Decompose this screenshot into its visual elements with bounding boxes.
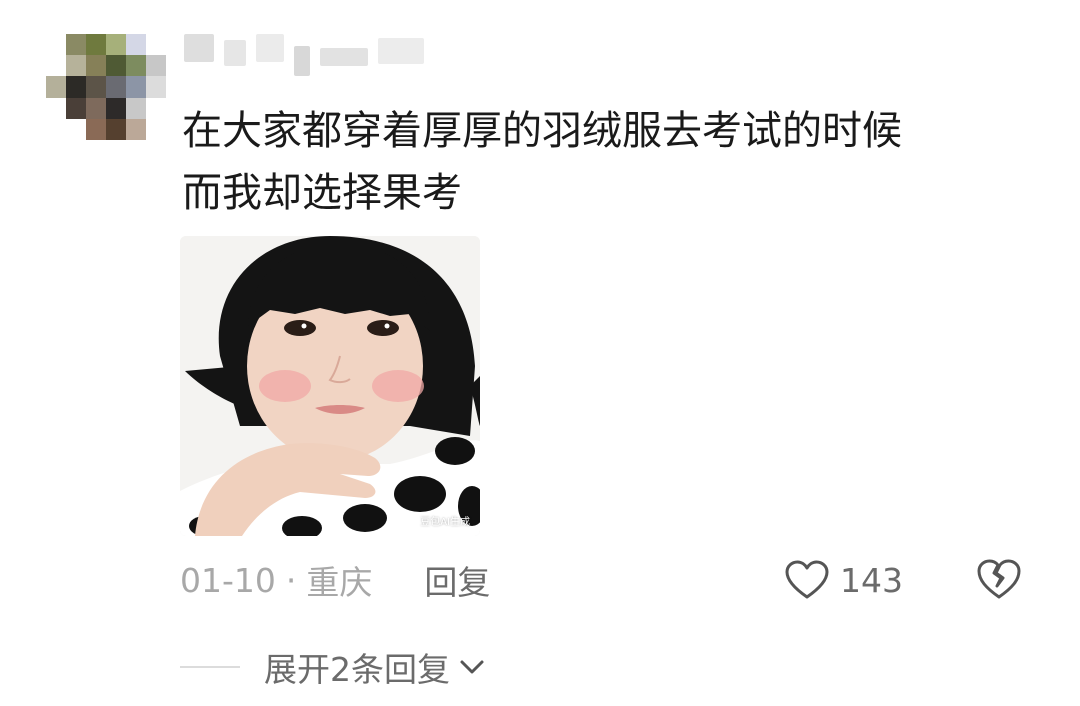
comment-text-line-1: 在大家都穿着厚厚的羽绒服去考试的时候 [182,108,902,154]
expand-replies-label: 展开2条回复 [264,650,450,689]
username-blurred[interactable] [184,34,454,76]
expand-replies-button[interactable]: 展开2条回复 [180,644,486,690]
comment-text-line-2: 而我却选择果考 [182,170,462,216]
reply-button[interactable]: 回复 [424,556,490,604]
avatar[interactable] [46,34,166,140]
child-portrait-illustration [180,236,480,536]
ai-watermark: 豆包AI生成 [420,517,470,528]
chevron-down-icon [460,660,484,674]
dislike-button[interactable] [976,556,1022,602]
comment-location: 重庆 [306,563,373,602]
heart-outline-icon [785,560,829,599]
like-count: 143 [840,560,903,600]
like-button[interactable]: 143 [784,556,903,604]
broken-heart-icon [977,559,1021,599]
meta-separator: · [285,560,297,600]
expand-divider [180,666,240,668]
comment-text: 在大家都穿着厚厚的羽绒服去考试的时候 而我却选择果考 [182,100,1042,224]
comment-meta: 01-10 · 重庆 回复 [180,556,490,604]
comment-date: 01-10 [180,560,276,600]
comment-image[interactable]: 豆包AI生成 [180,236,480,536]
